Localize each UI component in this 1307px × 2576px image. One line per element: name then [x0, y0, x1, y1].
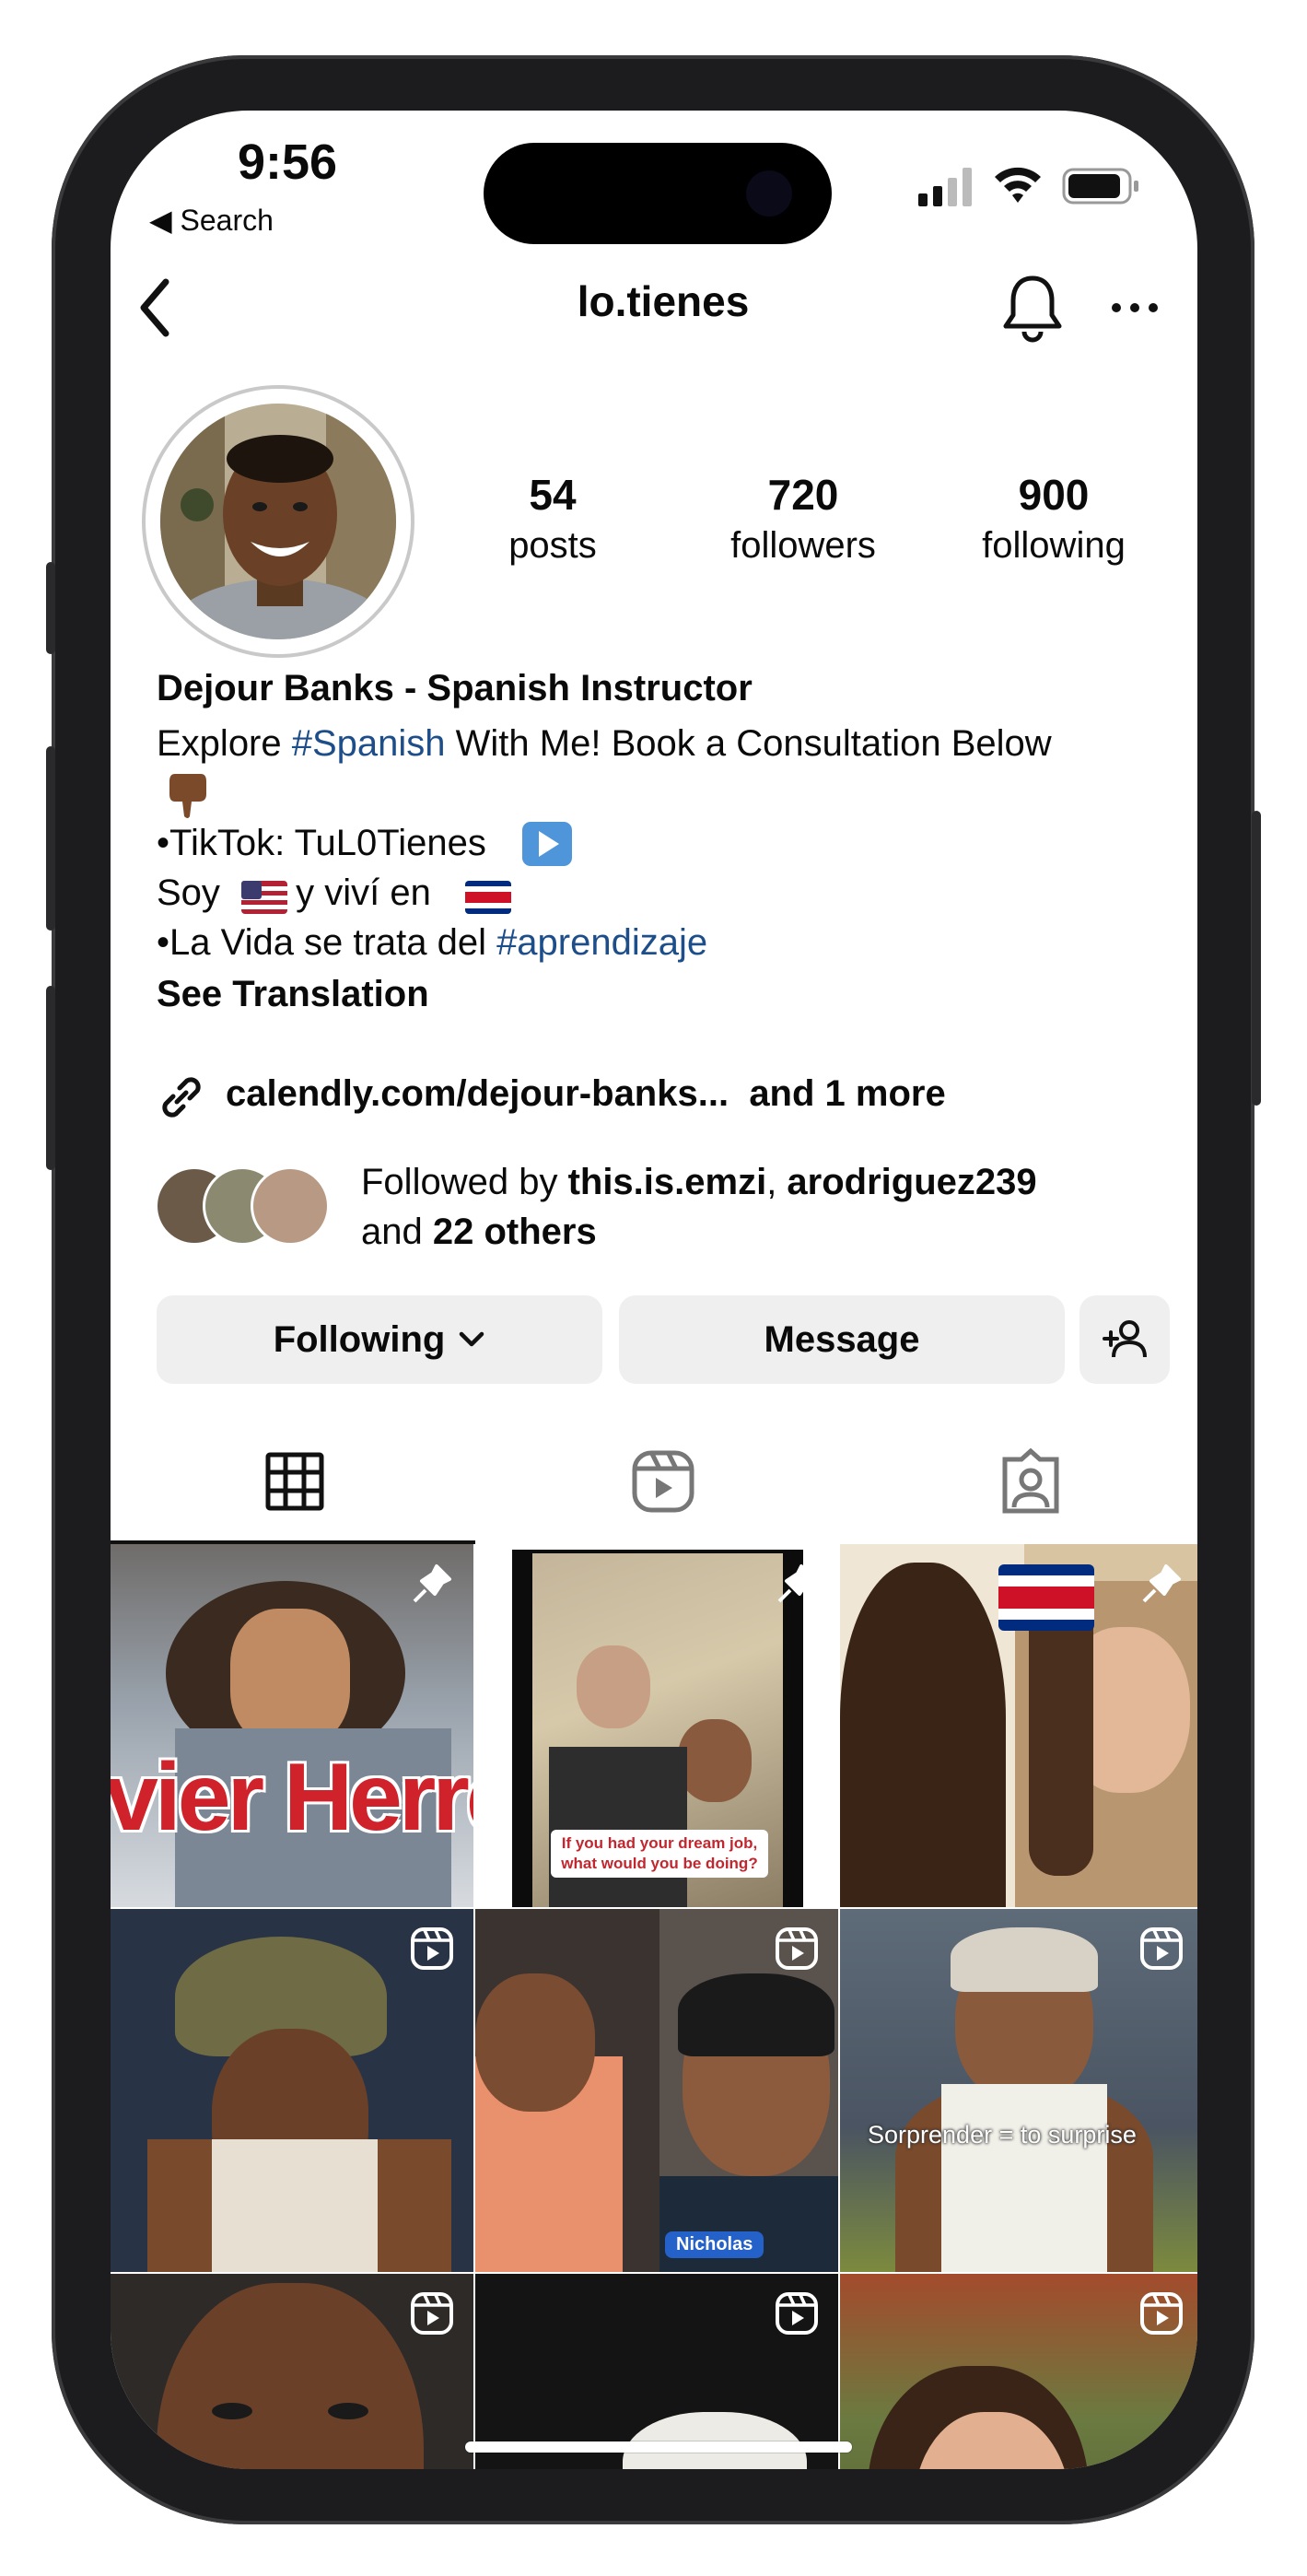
status-time: 9:56 [238, 135, 338, 190]
costa-rica-flag-icon [998, 1564, 1094, 1631]
reel-icon [776, 2292, 818, 2335]
grid-icon[interactable] [265, 1452, 324, 1511]
notification-bell-icon[interactable] [1000, 273, 1065, 343]
profile-username: lo.tienes [577, 277, 750, 325]
following-count[interactable]: 900 [934, 470, 1173, 520]
followers-count[interactable]: 720 [683, 470, 923, 520]
post-2-caption: If you had your dream job, what would yo… [551, 1830, 768, 1878]
grid-divider [111, 1907, 1197, 1909]
home-indicator[interactable] [465, 2441, 852, 2453]
bio-line-4: •La Vida se trata del #aprendizaje [157, 918, 707, 967]
post-tile-4[interactable] [111, 1909, 473, 2272]
pinned-icon [1142, 1564, 1181, 1603]
see-translation-link[interactable]: See Translation [157, 969, 429, 1019]
more-options-icon[interactable] [1109, 297, 1161, 319]
avatar[interactable] [142, 385, 414, 658]
mutual-user-1[interactable]: this.is.emzi [568, 1162, 767, 1202]
post-tile-6[interactable]: Sorprender = to surprise [840, 1909, 1197, 2272]
grid-divider [838, 1544, 840, 2469]
battery-icon [1062, 168, 1138, 205]
bio-line-1-end: With Me! Book a Consultation Below [445, 723, 1052, 764]
message-button[interactable]: Message [619, 1295, 1065, 1384]
post-tile-2[interactable]: If you had your dream job, what would yo… [475, 1544, 838, 1907]
followed-by-text[interactable]: Followed by this.is.emzi, arodriguez239 … [361, 1157, 1153, 1257]
suggest-people-button[interactable] [1079, 1295, 1170, 1384]
post-tile-5[interactable]: Nicholas [475, 1909, 838, 2272]
cellular-signal-icon [918, 168, 972, 206]
volume-up-button [46, 746, 55, 931]
reels-icon[interactable] [632, 1450, 694, 1513]
pinned-icon [413, 1564, 451, 1603]
reel-icon [1140, 2292, 1183, 2335]
bio-line-3: Soy y viví en [157, 868, 431, 918]
reel-icon [1140, 1927, 1183, 1970]
action-button [46, 562, 55, 654]
post-tile-1[interactable]: vier Herre [111, 1544, 473, 1907]
reel-icon [411, 1927, 453, 1970]
power-button [1252, 811, 1261, 1106]
bio-line-2: •TikTok: TuL0Tienes [157, 818, 486, 868]
costa-rica-flag-emoji-icon [465, 881, 511, 914]
following-button[interactable]: Following [157, 1295, 602, 1384]
tagged-icon[interactable] [999, 1448, 1062, 1515]
bio-line-4-start: •La Vida se trata del [157, 922, 497, 963]
mutual-avatar-3 [251, 1166, 330, 1246]
grid-divider [111, 2272, 1197, 2274]
post-tile-7[interactable] [111, 2274, 473, 2469]
bio-line-3-mid: y viví en [286, 872, 431, 913]
avatar-photo [160, 404, 396, 639]
following-label[interactable]: following [934, 525, 1173, 567]
mutual-user-2[interactable]: arodriguez239 [787, 1162, 1036, 1202]
back-chevron-icon[interactable] [134, 276, 175, 339]
link-icon [162, 1077, 201, 1118]
followers-label[interactable]: followers [683, 525, 923, 567]
grid-divider [473, 1544, 475, 2469]
mutual-others-count[interactable]: 22 others [433, 1212, 597, 1252]
wifi-icon [995, 167, 1041, 203]
posts-count[interactable]: 54 [433, 470, 672, 520]
reel-icon [776, 1927, 818, 1970]
bio-line-1-start: Explore [157, 723, 292, 764]
profile-link-row[interactable]: calendly.com/dejour-banks... and 1 more [226, 1073, 946, 1115]
bio-line-1: Explore #Spanish With Me! Book a Consult… [157, 719, 1052, 768]
profile-link-more[interactable]: and 1 more [749, 1073, 945, 1114]
posts-label[interactable]: posts [433, 525, 672, 567]
post-6-caption: Sorprender = to surprise [868, 2121, 1137, 2149]
volume-down-button [46, 986, 55, 1170]
camera-icon [746, 170, 792, 217]
post-5-caption: Nicholas [665, 2231, 764, 2258]
followed-by-and: and [361, 1212, 433, 1252]
add-person-icon [1103, 1320, 1147, 1358]
reel-icon [411, 2292, 453, 2335]
hashtag-spanish-link[interactable]: #Spanish [292, 723, 446, 764]
posts-grid: vier Herre If you had your dream job, wh… [111, 1544, 1197, 2469]
message-button-label: Message [764, 1318, 920, 1360]
following-button-label: Following [273, 1318, 446, 1360]
bio-tiktok-text: •TikTok: TuL0Tienes [157, 823, 486, 863]
followed-by-prefix: Followed by [361, 1162, 568, 1202]
pinned-icon [777, 1564, 816, 1603]
post-tile-8[interactable] [475, 2274, 838, 2469]
post-1-caption: vier Herre [111, 1744, 473, 1851]
post-tile-3[interactable] [840, 1544, 1197, 1907]
chevron-down-icon [460, 1331, 484, 1347]
post-tile-9[interactable] [840, 2274, 1197, 2469]
us-flag-emoji-icon [241, 881, 287, 914]
profile-display-name: Dejour Banks - Spanish Instructor [157, 668, 753, 708]
back-to-search-link[interactable]: ◀ Search [149, 203, 274, 238]
hashtag-aprendizaje-link[interactable]: #aprendizaje [496, 922, 707, 963]
followed-by-separator: , [766, 1162, 788, 1202]
play-button-emoji-icon [522, 822, 572, 866]
bio-line-3-start: Soy [157, 872, 231, 913]
pointing-down-emoji-icon [169, 774, 206, 818]
mutual-followers-avatars[interactable] [155, 1166, 339, 1249]
profile-link-url[interactable]: calendly.com/dejour-banks... [226, 1073, 729, 1114]
